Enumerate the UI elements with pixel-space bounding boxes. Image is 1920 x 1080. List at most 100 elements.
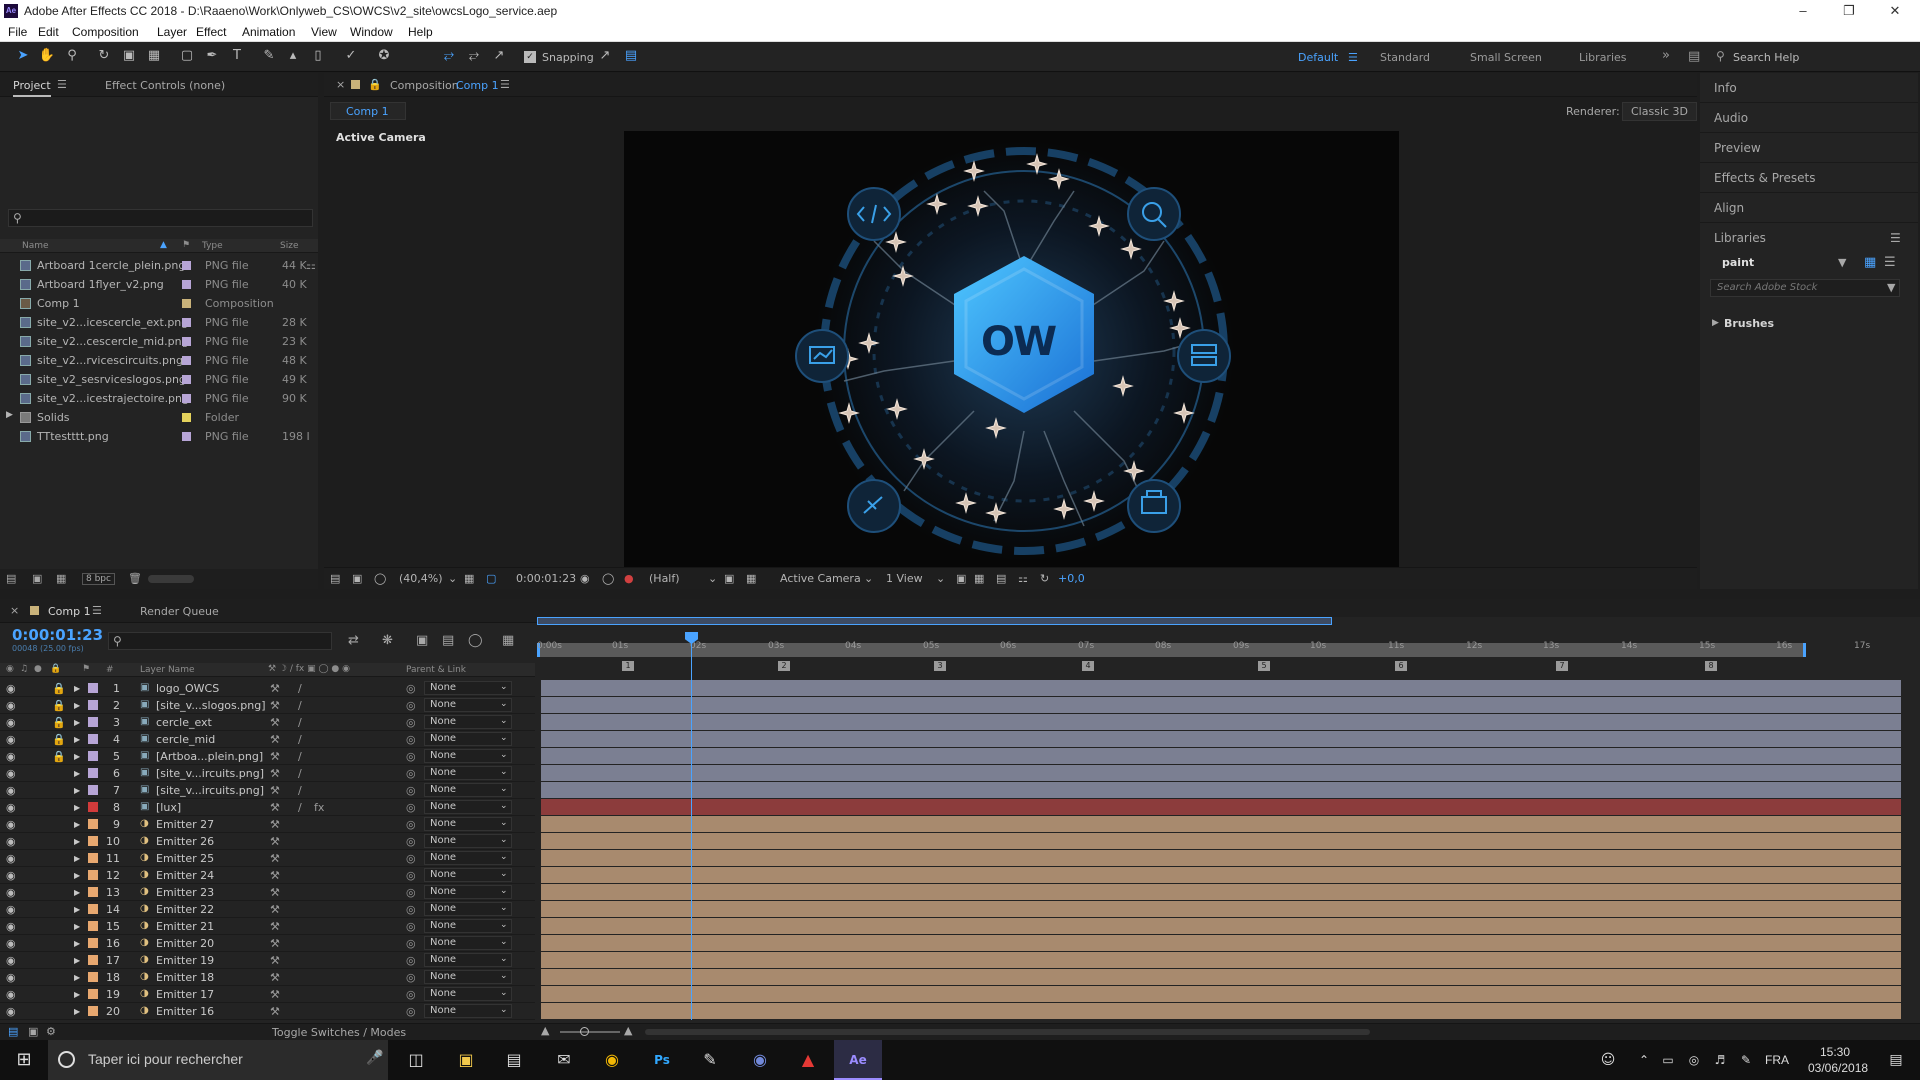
lock-icon[interactable]: 🔒 bbox=[52, 682, 66, 695]
layer-row[interactable]: ◉ ▶ 15 ◑ Emitter 21 ⚒ ◎ None ⌄ bbox=[0, 918, 535, 935]
restore-icon[interactable]: ❐ bbox=[1826, 0, 1872, 22]
transparency-grid-icon[interactable]: ▦ bbox=[746, 572, 756, 585]
chevron-down-icon[interactable]: ⌄ bbox=[500, 682, 508, 692]
layer-duration-bar[interactable] bbox=[541, 901, 1901, 917]
comp-marker[interactable]: 1 bbox=[622, 661, 634, 671]
menu-composition[interactable]: Composition bbox=[72, 25, 139, 39]
layer-name[interactable]: [site_v...ircuits.png] bbox=[156, 767, 264, 780]
work-area-bar[interactable] bbox=[537, 617, 1332, 625]
eye-icon[interactable]: ◉ bbox=[6, 716, 16, 729]
tab-effect-controls[interactable]: Effect Controls (none) bbox=[105, 79, 225, 92]
shy-switch-icon[interactable]: ⚒ bbox=[270, 988, 280, 1001]
snap-feather-icon[interactable]: ▤ bbox=[622, 47, 640, 65]
parent-dropdown[interactable]: None bbox=[424, 919, 512, 933]
shy-switch-icon[interactable]: ⚒ bbox=[270, 767, 280, 780]
close-tab-icon[interactable]: × bbox=[10, 604, 19, 617]
layer-row[interactable]: ◉ ▶ 10 ◑ Emitter 26 ⚒ ◎ None ⌄ bbox=[0, 833, 535, 850]
chevron-down-icon[interactable]: ⌄ bbox=[864, 572, 873, 585]
pickwhip-icon[interactable]: ◎ bbox=[406, 954, 416, 967]
expand-triangle-icon[interactable]: ▶ bbox=[74, 973, 80, 982]
trash-icon[interactable]: 🗑 bbox=[128, 572, 142, 585]
layer-name[interactable]: Emitter 16 bbox=[156, 1005, 214, 1018]
label-color-swatch[interactable] bbox=[88, 955, 98, 965]
chevron-down-icon[interactable]: ⌄ bbox=[936, 572, 945, 585]
pickwhip-icon[interactable]: ◎ bbox=[406, 903, 416, 916]
solo-switch-icon[interactable]: ● bbox=[34, 664, 42, 674]
project-search-input[interactable]: ⚲ bbox=[8, 209, 313, 227]
shy-switch-icon[interactable]: ⚒ bbox=[270, 784, 280, 797]
always-preview-icon[interactable]: ▤ bbox=[330, 572, 340, 585]
eye-icon[interactable]: ◉ bbox=[6, 818, 16, 831]
comp-viewer[interactable]: OW bbox=[624, 131, 1399, 567]
layer-duration-bar[interactable] bbox=[541, 833, 1901, 849]
layer-duration-bar[interactable] bbox=[541, 867, 1901, 883]
hand-tool-icon[interactable]: ✋ bbox=[38, 47, 56, 65]
layer-duration-bar[interactable] bbox=[541, 918, 1901, 934]
parent-dropdown[interactable]: None bbox=[424, 970, 512, 984]
mail-icon[interactable]: ✉ bbox=[540, 1040, 588, 1080]
search-adobe-stock-input[interactable]: Search Adobe Stock ▼ bbox=[1710, 279, 1900, 297]
layer-row[interactable]: ◉ ▶ 17 ◑ Emitter 19 ⚒ ◎ None ⌄ bbox=[0, 952, 535, 969]
quality-switch-icon[interactable]: ∕ bbox=[298, 784, 302, 797]
menu-help[interactable]: Help bbox=[408, 25, 433, 39]
tab-comp-1[interactable]: Comp 1 bbox=[48, 605, 91, 618]
layer-row[interactable]: ◉ 🔒 ▶ 3 ▣ cercle_ext ⚒ ∕ ◎ None ⌄ bbox=[0, 714, 535, 731]
local-axis-icon[interactable]: ⥂ bbox=[440, 47, 458, 65]
layer-duration-bar[interactable] bbox=[541, 680, 1901, 696]
menu-layer[interactable]: Layer bbox=[157, 25, 187, 39]
eye-icon[interactable]: ◉ bbox=[6, 852, 16, 865]
parent-dropdown[interactable]: None bbox=[424, 851, 512, 865]
expand-triangle-icon[interactable]: ▶ bbox=[74, 854, 80, 863]
comp-marker[interactable]: 5 bbox=[1258, 661, 1270, 671]
transfer-controls-icon[interactable]: ▣ bbox=[28, 1025, 38, 1038]
panel-preview[interactable]: Preview bbox=[1700, 133, 1918, 163]
pickwhip-icon[interactable]: ◎ bbox=[406, 920, 416, 933]
label-column-icon[interactable]: ⚑ bbox=[182, 240, 190, 250]
pickwhip-icon[interactable]: ◎ bbox=[406, 818, 416, 831]
shy-switch-icon[interactable]: ⚒ bbox=[270, 733, 280, 746]
frame-blending-icon[interactable]: ▤ bbox=[442, 633, 454, 648]
tab-project[interactable]: Project bbox=[13, 79, 51, 97]
task-view-icon[interactable]: ◫ bbox=[392, 1040, 440, 1080]
panel-effects-presets[interactable]: Effects & Presets bbox=[1700, 163, 1918, 193]
tab-render-queue[interactable]: Render Queue bbox=[140, 605, 219, 618]
layer-row[interactable]: ◉ 🔒 ▶ 4 ▣ cercle_mid ⚒ ∕ ◎ None ⌄ bbox=[0, 731, 535, 748]
draft-3d-icon[interactable]: ❋ bbox=[382, 633, 393, 648]
video-switch-icon[interactable]: ◉ bbox=[6, 664, 14, 674]
label-color-swatch[interactable] bbox=[88, 802, 98, 812]
grid-view-icon[interactable]: ▦ bbox=[1864, 255, 1876, 270]
close-icon[interactable]: ✕ bbox=[1872, 0, 1918, 22]
shy-switch-icon[interactable]: ⚒ bbox=[270, 835, 280, 848]
audio-switch-icon[interactable]: ♫ bbox=[20, 664, 28, 674]
eye-icon[interactable]: ◉ bbox=[6, 682, 16, 695]
layer-row[interactable]: ◉ ▶ 16 ◑ Emitter 20 ⚒ ◎ None ⌄ bbox=[0, 935, 535, 952]
layer-row[interactable]: ◉ ▶ 8 ▣ [lux] ⚒ ∕ fx ◎ None ⌄ bbox=[0, 799, 535, 816]
menu-edit[interactable]: Edit bbox=[38, 25, 59, 39]
project-item[interactable]: site_v2...rvicescircuits.png PNG file 48… bbox=[0, 351, 318, 370]
expand-triangle-icon[interactable]: ▶ bbox=[74, 922, 80, 931]
zoom-out-icon[interactable]: ▲ bbox=[541, 1024, 549, 1037]
layer-row[interactable]: ◉ 🔒 ▶ 5 ▣ [Artboa...plein.png] ⚒ ∕ ◎ None ⌄ bbox=[0, 748, 535, 765]
layer-duration-bar[interactable] bbox=[541, 986, 1901, 1002]
layer-duration-bar[interactable] bbox=[541, 952, 1901, 968]
layer-row[interactable]: ◉ ▶ 14 ◑ Emitter 22 ⚒ ◎ None ⌄ bbox=[0, 901, 535, 918]
expand-triangle-icon[interactable]: ▶ bbox=[74, 803, 80, 812]
rotate-tool-icon[interactable]: ↻ bbox=[95, 47, 113, 65]
expand-triangle-icon[interactable]: ▶ bbox=[1712, 318, 1719, 328]
expand-triangle-icon[interactable]: ▶ bbox=[74, 990, 80, 999]
layer-name[interactable]: Emitter 26 bbox=[156, 835, 214, 848]
layer-duration-bar[interactable] bbox=[541, 765, 1901, 781]
layer-duration-bar[interactable] bbox=[541, 816, 1901, 832]
graph-editor-icon[interactable]: ▦ bbox=[502, 633, 514, 648]
search-help-input[interactable]: Search Help bbox=[1733, 51, 1799, 64]
fast-previews-icon[interactable]: ▦ bbox=[974, 572, 984, 585]
discord-icon[interactable]: ◉ bbox=[736, 1040, 784, 1080]
project-item[interactable]: site_v2...icestrajectoire.png PNG file 9… bbox=[0, 389, 318, 408]
layer-row[interactable]: ◉ 🔒 ▶ 1 ▣ logo_OWCS ⚒ ∕ ◎ None ⌄ bbox=[0, 680, 535, 697]
layer-duration-bar[interactable] bbox=[541, 731, 1901, 747]
parent-dropdown[interactable]: None bbox=[424, 800, 512, 814]
expand-triangle-icon[interactable]: ▶ bbox=[74, 820, 80, 829]
parent-dropdown[interactable]: None bbox=[424, 817, 512, 831]
pickwhip-icon[interactable]: ◎ bbox=[406, 784, 416, 797]
quality-switch-icon[interactable]: ∕ bbox=[298, 801, 302, 814]
